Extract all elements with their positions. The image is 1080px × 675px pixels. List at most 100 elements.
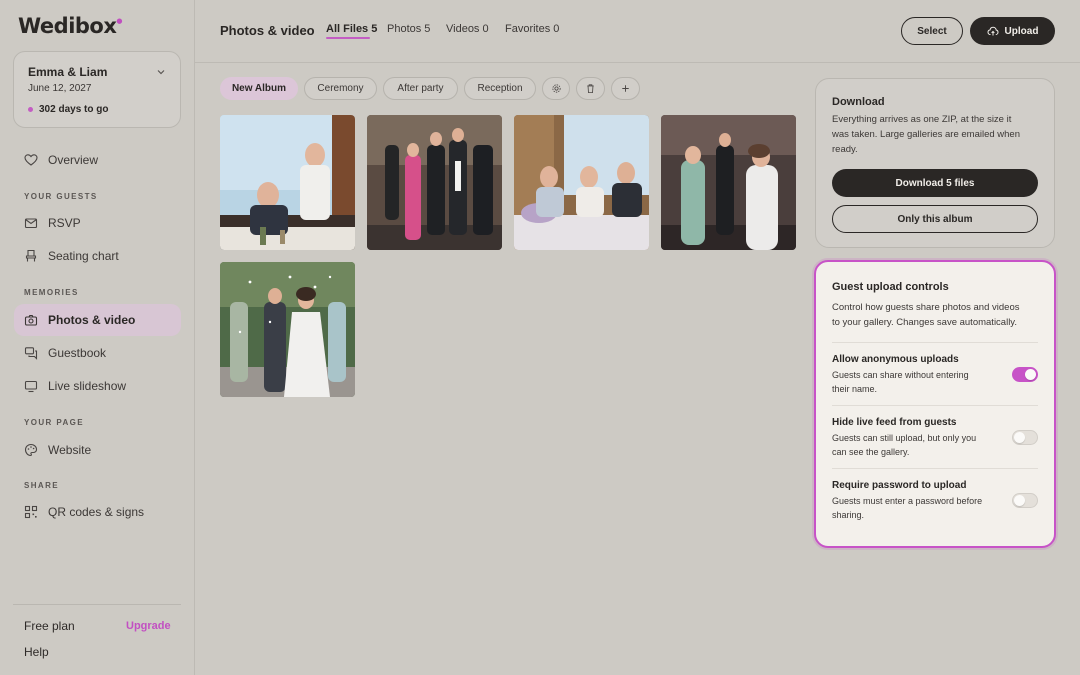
sidebar-item-guestbook[interactable]: Guestbook: [14, 337, 181, 369]
chair-icon: [25, 249, 37, 262]
setting-desc-line: sharing.: [832, 510, 865, 520]
app-logo[interactable]: Wedibox●: [18, 14, 122, 38]
photo-thumbnail[interactable]: [367, 115, 502, 250]
album-chip-after-party[interactable]: After party: [383, 77, 458, 100]
upload-button-label: Upload: [1004, 25, 1039, 37]
album-settings-button[interactable]: [542, 77, 570, 100]
photo-thumbnail[interactable]: [514, 115, 649, 250]
gear-icon: [551, 84, 561, 93]
sidebar-divider: [13, 604, 181, 605]
upload-button[interactable]: Upload: [970, 17, 1055, 45]
header-divider: [195, 62, 1080, 63]
chevron-down-icon: [157, 70, 165, 75]
monitor-icon: [24, 380, 38, 393]
toggle-knob: [1025, 369, 1036, 380]
album-chip-reception[interactable]: Reception: [464, 77, 536, 100]
divider: [832, 342, 1038, 343]
setting-desc-line: Guests must enter a password before: [832, 496, 983, 506]
tab-photos[interactable]: Photos 5: [387, 23, 430, 35]
tab-all-files[interactable]: All Files 5: [326, 23, 377, 35]
sidebar-item-label: Website: [48, 443, 92, 457]
sidebar-item-slideshow[interactable]: Live slideshow: [14, 370, 181, 402]
divider: [832, 405, 1038, 406]
setting-title-anonymous: Allow anonymous uploads: [832, 354, 959, 365]
guest-upload-controls-card: Guest upload controls Control how guests…: [814, 260, 1056, 548]
trash-icon: [587, 84, 594, 94]
logo-mark-icon: ●: [116, 17, 123, 25]
upgrade-link[interactable]: Upgrade: [126, 620, 171, 632]
photo-party-icon: [661, 115, 796, 250]
chat-bubbles-icon: [24, 347, 38, 360]
download-card: Download Everything arrives as one ZIP, …: [815, 78, 1055, 248]
page-title: Photos & video: [220, 23, 315, 38]
toggle-hide-live-feed[interactable]: [1012, 430, 1038, 445]
controls-title: Guest upload controls: [832, 281, 949, 293]
cloud-upload-icon: [987, 26, 999, 36]
tab-videos[interactable]: Videos 0: [446, 23, 489, 35]
sidebar-item-label: QR codes & signs: [48, 505, 145, 519]
photo-dance-icon: [367, 115, 502, 250]
album-chip-new[interactable]: New Album: [220, 77, 298, 100]
photo-speech-icon: [220, 115, 355, 250]
download-text-line: Everything arrives as one ZIP, at the si…: [832, 114, 1012, 125]
plan-label: Free plan: [24, 619, 75, 633]
download-text-line: was taken. Large galleries are emailed w…: [832, 129, 1020, 140]
section-label-memories: MEMORIES: [24, 288, 79, 297]
setting-title-password: Require password to upload: [832, 480, 967, 491]
photo-confetti-exit-icon: [220, 262, 355, 397]
sidebar: Wedibox● Emma & Liam June 12, 2027 302 d…: [0, 0, 195, 675]
setting-desc-line: their name.: [832, 384, 878, 394]
divider: [832, 468, 1038, 469]
photo-thumbnail[interactable]: [661, 115, 796, 250]
sidebar-item-seating[interactable]: Seating chart: [14, 240, 181, 272]
event-name: Emma & Liam: [28, 65, 108, 79]
qr-code-icon: [24, 505, 38, 519]
toggle-anonymous-uploads[interactable]: [1012, 367, 1038, 382]
sidebar-item-label: Guestbook: [48, 346, 107, 360]
add-album-button[interactable]: [611, 77, 640, 100]
album-chip-ceremony[interactable]: Ceremony: [304, 77, 377, 100]
section-label-guests: YOUR GUESTS: [24, 192, 98, 201]
tab-favorites[interactable]: Favorites 0: [505, 23, 559, 35]
sidebar-item-qr[interactable]: QR codes & signs: [14, 496, 181, 528]
event-date: June 12, 2027: [28, 83, 92, 94]
toggle-knob: [1014, 495, 1025, 506]
controls-text-line: Control how guests share photos and vide…: [832, 302, 1020, 313]
download-title: Download: [832, 96, 885, 108]
setting-desc-line: Guests can still upload, but only you: [832, 433, 977, 443]
sidebar-item-label: RSVP: [48, 216, 81, 230]
photo-head-table-icon: [514, 115, 649, 250]
event-switcher[interactable]: Emma & Liam June 12, 2027 302 days to go: [13, 51, 181, 128]
camera-icon: [24, 314, 38, 326]
sidebar-item-rsvp[interactable]: RSVP: [14, 207, 181, 239]
select-button[interactable]: Select: [901, 17, 963, 45]
download-album-button[interactable]: Only this album: [832, 205, 1038, 233]
status-dot-icon: [28, 107, 33, 112]
sidebar-item-label: Overview: [48, 153, 99, 167]
toggle-knob: [1014, 432, 1025, 443]
photo-thumbnail[interactable]: [220, 115, 355, 250]
envelope-icon: [24, 218, 38, 229]
sidebar-item-label: Seating chart: [48, 249, 119, 263]
setting-desc-line: can see the gallery.: [832, 447, 910, 457]
photo-thumbnail[interactable]: [220, 262, 355, 397]
help-link[interactable]: Help: [24, 645, 49, 659]
section-label-page: YOUR PAGE: [24, 418, 85, 427]
download-all-button[interactable]: Download 5 files: [832, 169, 1038, 197]
heart-icon: [24, 154, 38, 166]
event-countdown: 302 days to go: [28, 104, 108, 115]
sidebar-item-photos[interactable]: Photos & video: [14, 304, 181, 336]
download-text-line: ready.: [832, 144, 858, 155]
setting-title-hide-feed: Hide live feed from guests: [832, 417, 957, 428]
section-label-share: SHARE: [24, 481, 60, 490]
sidebar-item-website[interactable]: Website: [14, 434, 181, 466]
plus-icon: [622, 85, 629, 92]
sidebar-item-overview[interactable]: Overview: [14, 144, 181, 176]
palette-icon: [24, 443, 38, 457]
album-delete-button[interactable]: [576, 77, 605, 100]
sidebar-item-label: Photos & video: [48, 313, 136, 327]
controls-text-line: to your gallery. Changes save automatica…: [832, 317, 1017, 328]
active-tab-indicator: [326, 37, 370, 39]
sidebar-item-label: Live slideshow: [48, 379, 127, 393]
toggle-require-password[interactable]: [1012, 493, 1038, 508]
